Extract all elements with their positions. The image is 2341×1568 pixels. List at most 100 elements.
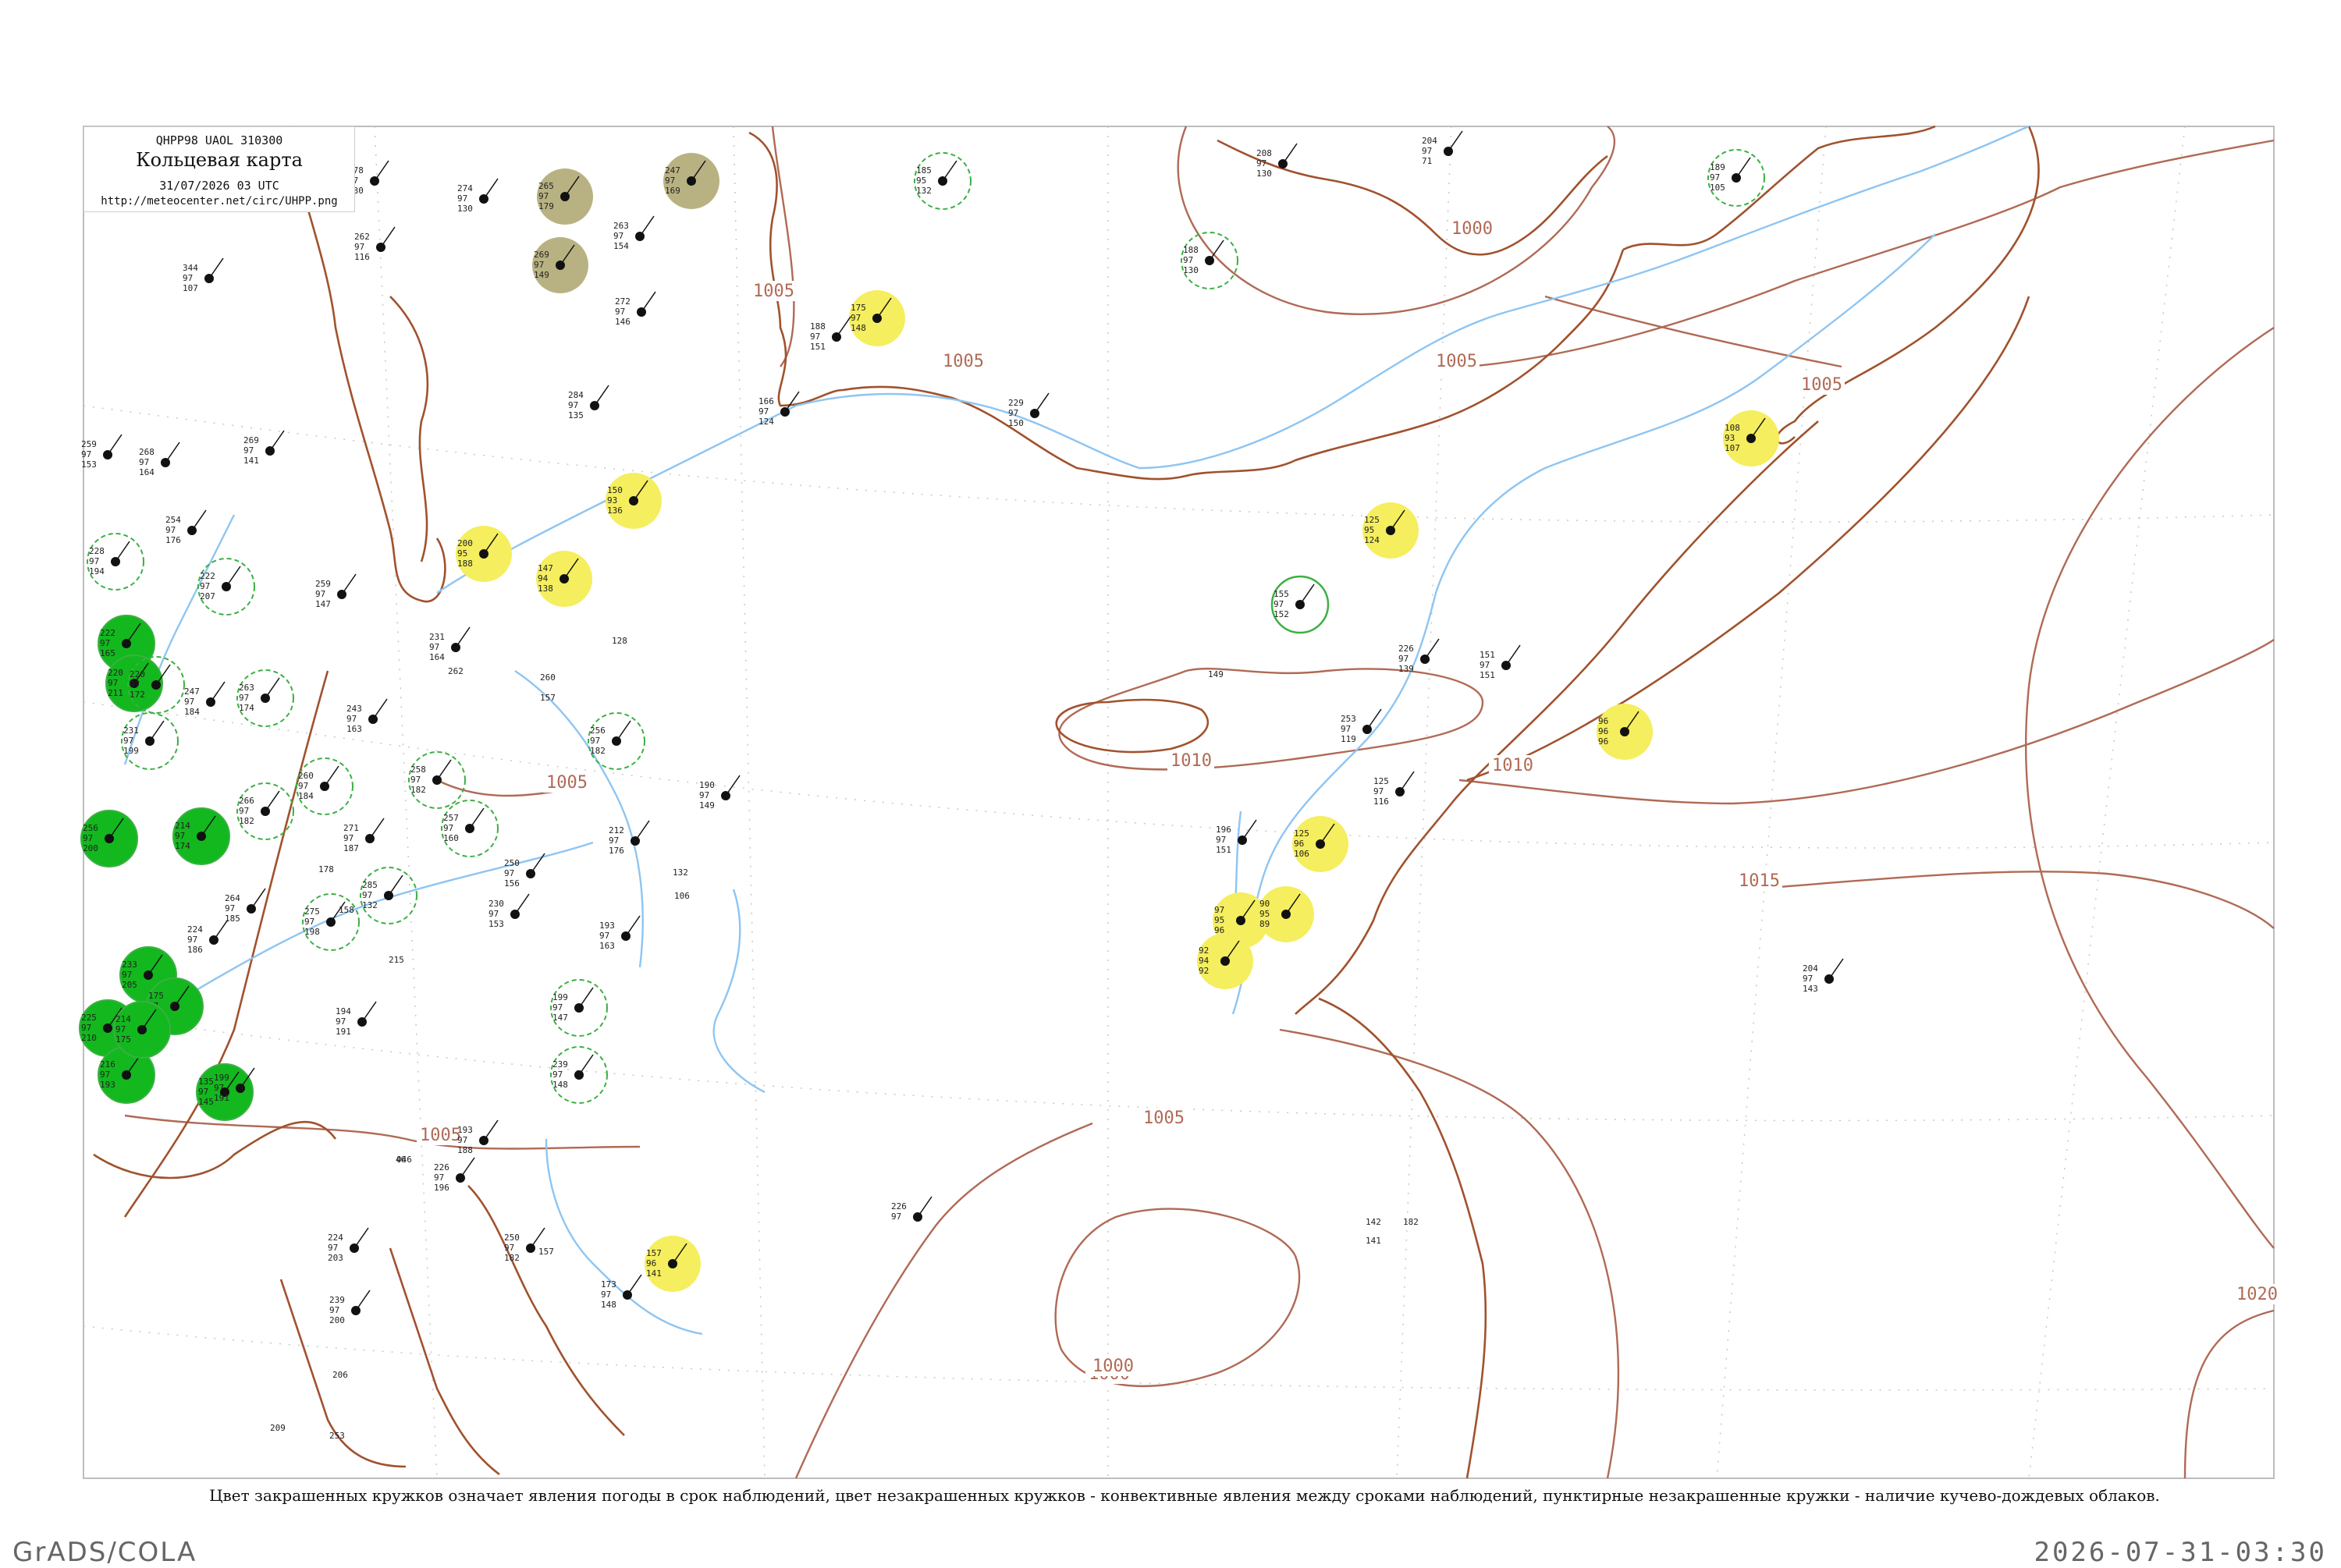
station-value: 191 <box>214 1093 229 1103</box>
station-marker: 15093136 <box>606 473 662 529</box>
wind-barb <box>1282 143 1298 165</box>
station-value: 226 <box>434 1162 449 1172</box>
source-url: http://meteocenter.net/circ/UHPP.png <box>101 195 338 208</box>
station-value: 95 <box>1259 909 1270 919</box>
wind-barb <box>483 1119 499 1141</box>
station-value: 184 <box>184 707 200 717</box>
station-value: 271 <box>343 823 359 833</box>
station-value: 147 <box>538 563 553 573</box>
station-value: 224 <box>187 924 203 935</box>
station-value: 149 <box>534 270 549 280</box>
station-value: 231 <box>123 725 139 736</box>
station-marker: 17597148 <box>849 290 905 346</box>
station-marker: 25697182 <box>588 712 645 770</box>
station-value: 193 <box>457 1125 473 1135</box>
station-value: 97 <box>239 806 249 816</box>
station-value: 155 <box>1274 589 1289 599</box>
wind-barb <box>1424 638 1440 660</box>
station-value: 97 <box>1008 408 1018 418</box>
station-value: 198 <box>304 927 320 937</box>
station-value: 160 <box>443 833 459 843</box>
station-value: 193 <box>100 1080 115 1090</box>
station-value: 97 <box>1422 146 1432 156</box>
software-credit: GrADS/COLA <box>12 1537 197 1568</box>
station-value: 233 <box>122 960 137 970</box>
station-value: 188 <box>457 559 473 569</box>
wind-barb <box>436 759 452 781</box>
station-value: 188 <box>457 1145 473 1155</box>
isobar-label: 1005 <box>1801 375 1842 395</box>
station-value: 163 <box>346 724 362 734</box>
wind-barb <box>191 509 207 531</box>
map-title: Кольцевая карта <box>136 149 303 171</box>
station-marker: 26997149 <box>532 237 588 293</box>
station-value: 97 <box>488 909 499 919</box>
wind-barb <box>784 391 800 413</box>
station-value: 97 <box>599 931 609 941</box>
station-marker: 23197164 <box>429 626 471 662</box>
station-marker: 19397163 <box>599 915 641 951</box>
station-value: 194 <box>336 1006 351 1016</box>
wind-barb <box>226 566 241 587</box>
station-value: 92 <box>1199 966 1209 976</box>
wind-barb <box>469 807 485 829</box>
station-value: 173 <box>601 1279 616 1290</box>
wind-barb <box>1299 584 1315 605</box>
station-marker: 21497175 <box>113 1001 171 1059</box>
station-marker: 27597198 <box>302 893 360 951</box>
wind-barb <box>372 698 388 720</box>
station-marker: 28497135 <box>568 385 609 420</box>
station-value: 97 <box>354 242 364 252</box>
station-value: 132 <box>362 900 378 910</box>
station-marker: 25397119 <box>1341 708 1382 744</box>
station-value: 97 <box>108 678 118 688</box>
station-marker: 24397163 <box>346 698 388 734</box>
station-value: 116 <box>1373 796 1389 807</box>
station-value: 97 <box>362 890 372 900</box>
station-value: 130 <box>457 204 473 214</box>
station-marker: 929492 <box>1197 933 1253 989</box>
station-marker: 25697200 <box>80 810 138 867</box>
station-value: 200 <box>329 1315 345 1325</box>
station-value: 151 <box>1480 650 1495 660</box>
station-value: 97 <box>225 903 235 913</box>
station-value: 145 <box>198 1097 214 1107</box>
station-value: 258 <box>410 764 426 775</box>
station-value: 157 <box>538 1247 554 1257</box>
station-value: 210 <box>81 1033 97 1043</box>
station-value: 94 <box>538 573 549 584</box>
station-value: 214 <box>175 821 190 831</box>
station-value: 228 <box>89 546 105 556</box>
station-value: 96 <box>1294 839 1304 849</box>
station-value: 148 <box>601 1300 616 1310</box>
station-marker: 22897194 <box>87 533 144 591</box>
wind-barb <box>265 677 280 699</box>
station-value: 185 <box>225 913 240 924</box>
station-value: 97 <box>100 1070 110 1080</box>
station-value: 149 <box>1208 669 1224 679</box>
station-marker: 23997148 <box>550 1046 608 1104</box>
station-value: 124 <box>1364 535 1380 545</box>
station-value: 97 <box>139 457 149 467</box>
station-value: 247 <box>665 165 680 176</box>
station-value: 266 <box>239 796 254 806</box>
station-marker: 17397148 <box>601 1274 642 1310</box>
station-marker: 19397188 <box>457 1119 499 1155</box>
station-value: 95 <box>457 548 467 559</box>
station-value: 265 <box>538 181 554 191</box>
station-value: 208 <box>1256 148 1272 158</box>
isobar-label: 1000 <box>1451 219 1493 239</box>
station-value: 97 <box>613 231 623 241</box>
wind-barb <box>1399 771 1415 793</box>
station-value: 226 <box>1398 644 1414 654</box>
station-value: 107 <box>1725 443 1740 453</box>
station-marker: 2049771 <box>1422 130 1463 166</box>
station-value: 186 <box>187 945 203 955</box>
wind-barb <box>594 385 609 406</box>
station-value: 97 <box>434 1172 444 1183</box>
station-value: 229 <box>1008 398 1024 408</box>
station-value: 97 <box>81 449 91 459</box>
station-value: 175 <box>851 303 866 313</box>
station-value: 253 <box>329 1431 345 1441</box>
station-value: 174 <box>175 841 190 851</box>
